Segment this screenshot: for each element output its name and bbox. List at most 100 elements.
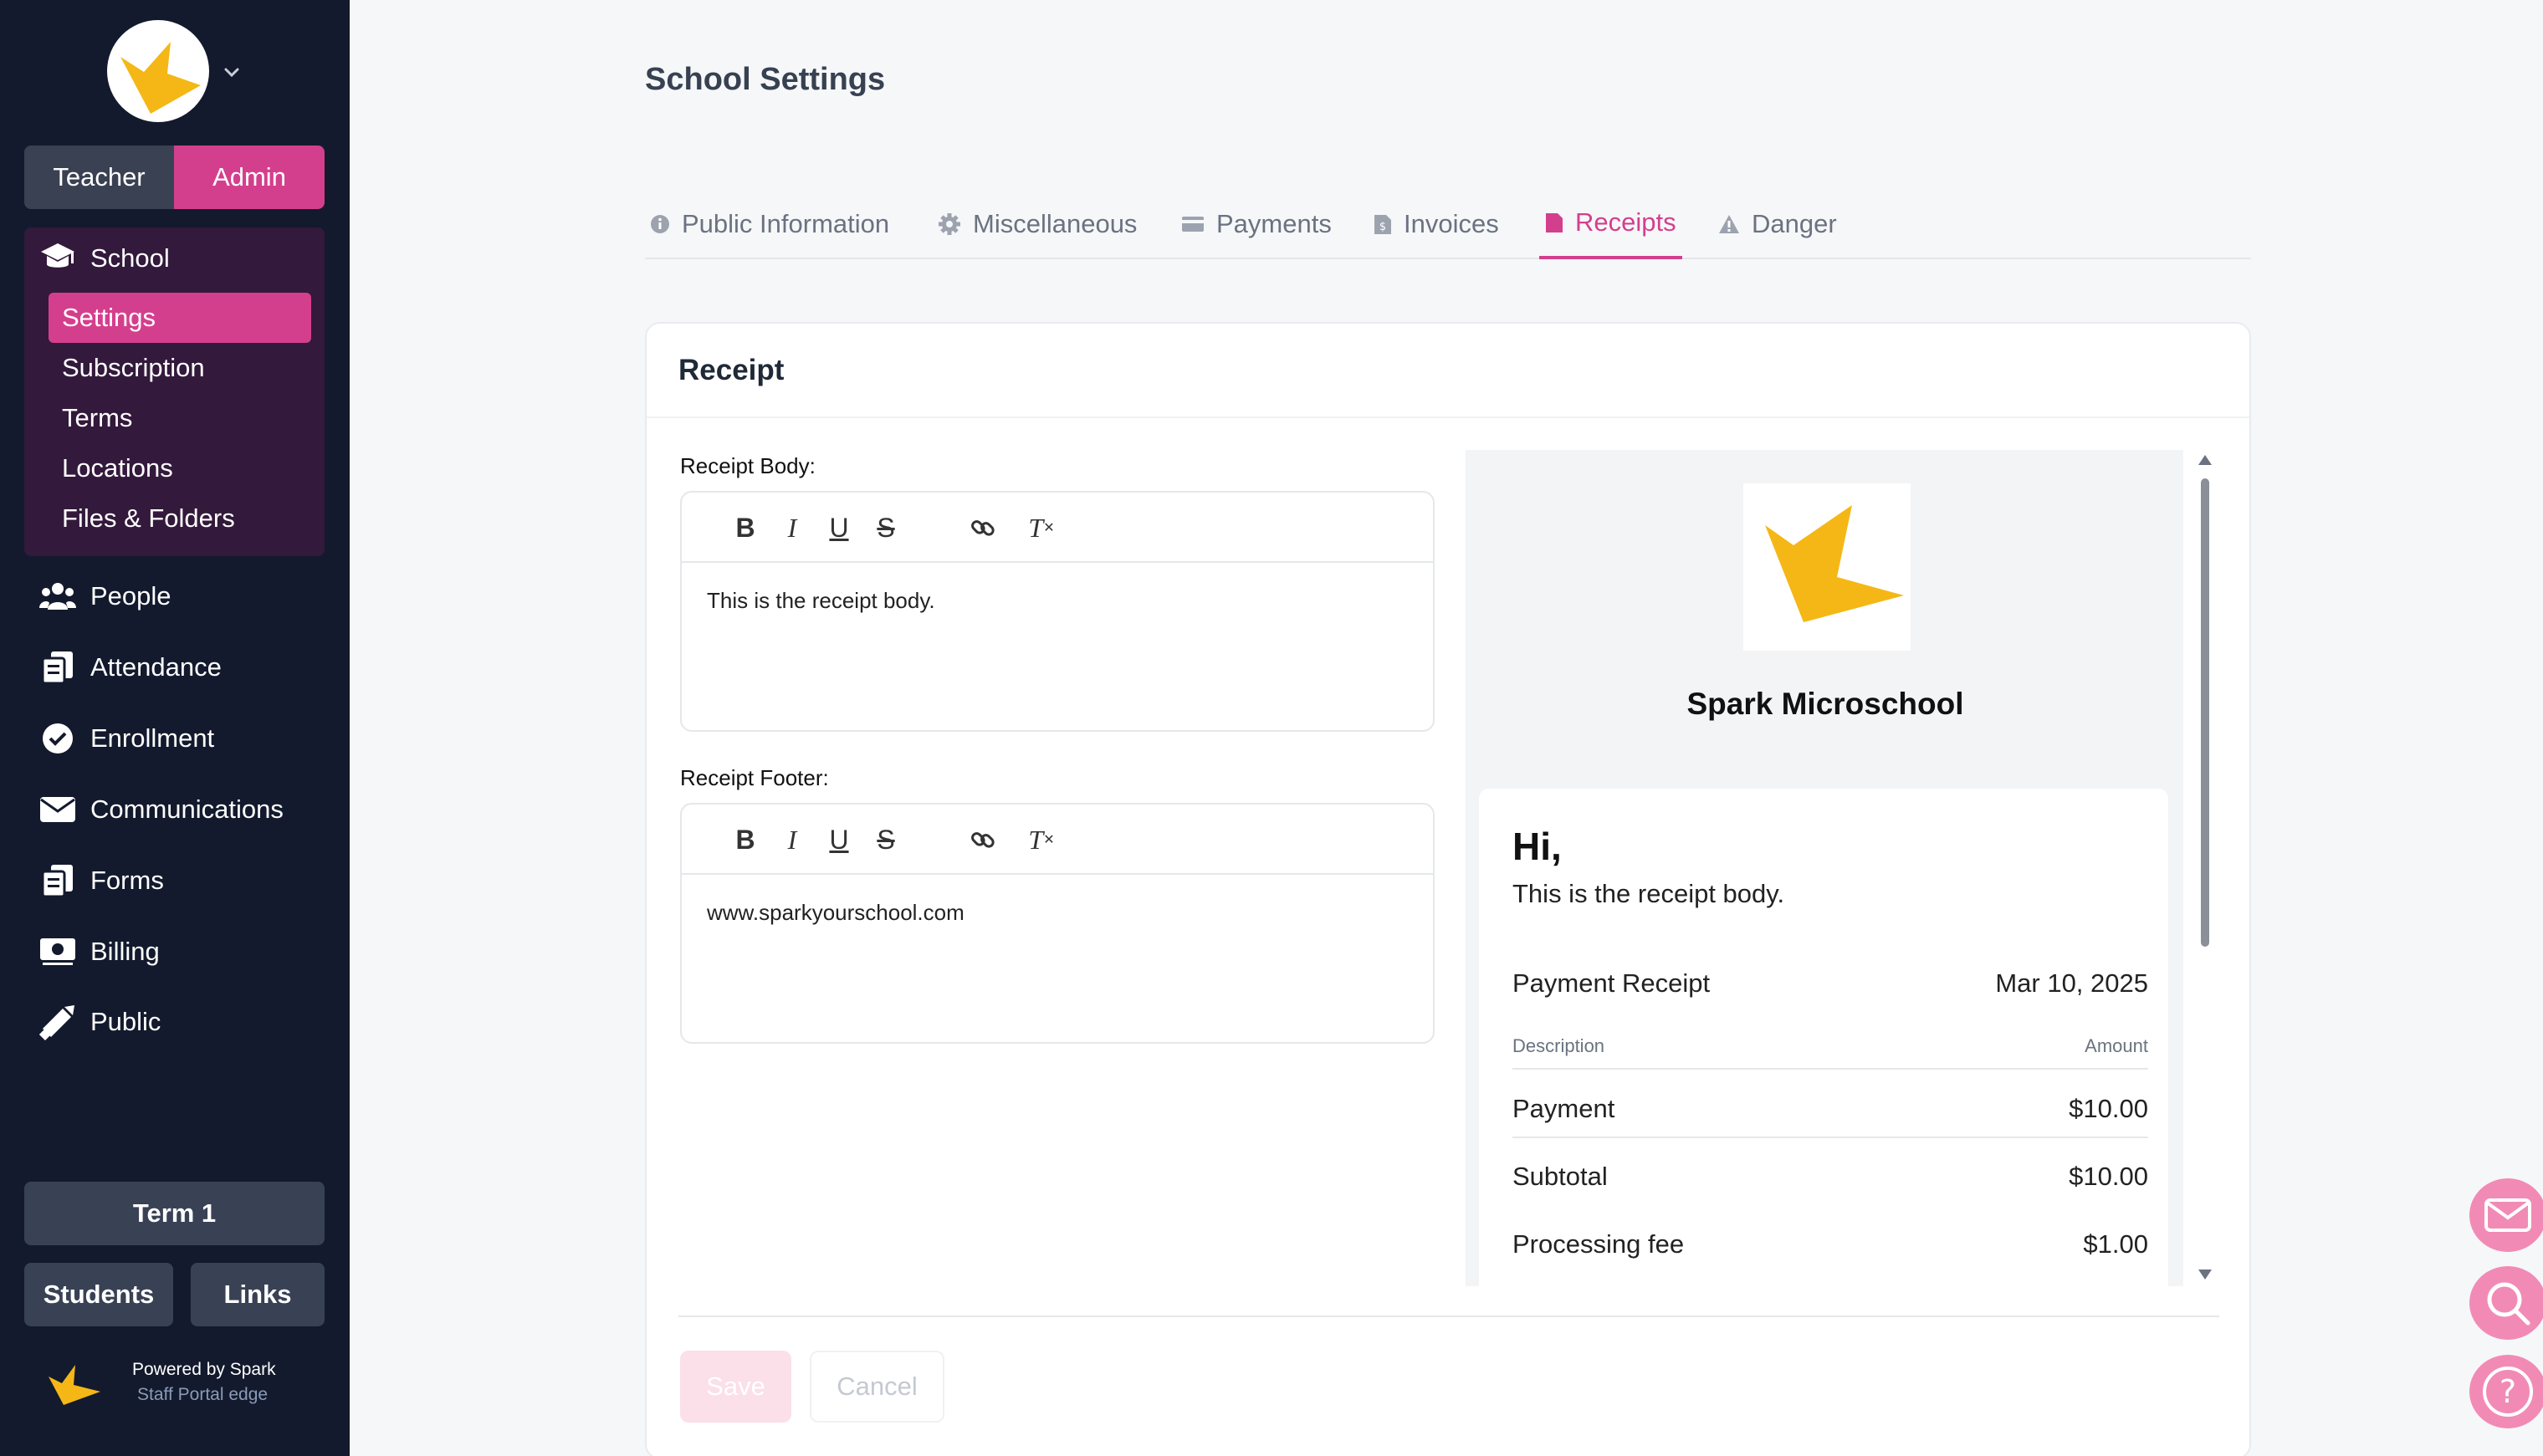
mail-icon xyxy=(2484,1198,2531,1232)
preview-logo xyxy=(1743,483,1911,651)
tab-payments-label: Payments xyxy=(1216,208,1332,238)
tab-miscellaneous[interactable]: Miscellaneous xyxy=(938,188,1137,259)
info-icon xyxy=(651,214,669,233)
preview-school-name: Spark Microschool xyxy=(1686,687,1964,721)
gear-icon xyxy=(939,212,960,235)
tab-receipts[interactable]: Receipts xyxy=(1539,188,1682,259)
preview-receipt-title: Payment Receipt xyxy=(1512,968,1711,998)
students-button[interactable]: Students xyxy=(24,1263,173,1326)
nav-attendance-label: Attendance xyxy=(90,652,222,682)
col-amount: Amount xyxy=(2085,1035,2148,1056)
nav-communications[interactable]: Communications xyxy=(38,792,284,827)
preview-line-item: Payment $10.00 xyxy=(1512,1094,2148,1124)
mail-fab-button[interactable] xyxy=(2469,1178,2543,1252)
help-fab-button[interactable]: ? xyxy=(2469,1355,2543,1428)
svg-text:?: ? xyxy=(2500,1373,2516,1410)
underline-icon[interactable]: U xyxy=(822,511,856,544)
underline-icon[interactable]: U xyxy=(822,823,856,856)
receipt-preview: Spark Microschool Hi, This is the receip… xyxy=(1466,450,2183,1286)
preview-date: Mar 10, 2025 xyxy=(1995,968,2148,998)
bold-icon[interactable]: B xyxy=(729,823,762,856)
sidebar: Teacher Admin School Settings Subscripti… xyxy=(0,0,350,1456)
preview-receipt-card: Hi, This is the receipt body. Payment Re… xyxy=(1479,789,2168,1286)
envelope-icon xyxy=(38,792,77,827)
svg-text:$: $ xyxy=(1379,221,1386,233)
tab-public-information[interactable]: Public Information xyxy=(650,188,889,259)
editor-toolbar: B I U S T ✕ xyxy=(682,493,1433,563)
receipt-footer-editor[interactable]: B I U S T ✕ www.sparkyourschool.com xyxy=(680,803,1435,1044)
preview-line-item: Subtotal $10.00 xyxy=(1512,1162,2148,1192)
clear-format-icon[interactable]: T ✕ xyxy=(1025,823,1058,856)
receipt-card: Receipt Receipt Body: B I U S T ✕ This is… xyxy=(645,322,2251,1456)
subnav-terms[interactable]: Terms xyxy=(49,393,311,443)
divider xyxy=(1512,1137,2148,1138)
help-icon: ? xyxy=(2483,1367,2533,1417)
save-button[interactable]: Save xyxy=(680,1351,791,1423)
admin-toggle[interactable]: Admin xyxy=(174,146,325,209)
nav-communications-label: Communications xyxy=(90,794,284,824)
cancel-button[interactable]: Cancel xyxy=(810,1351,944,1423)
nav-forms[interactable]: Forms xyxy=(38,863,164,898)
settings-tabs: Public Information Miscellaneous Payment… xyxy=(645,188,2251,259)
italic-icon[interactable]: I xyxy=(775,823,809,856)
tab-payments[interactable]: Payments xyxy=(1181,188,1332,259)
nav-school[interactable]: School xyxy=(38,241,170,276)
subnav-subscription[interactable]: Subscription xyxy=(49,343,311,393)
preview-greeting: Hi, xyxy=(1512,825,1562,868)
preview-scrollbar[interactable] xyxy=(2195,450,2215,1286)
line-label: Processing fee xyxy=(1512,1229,1685,1259)
receipt-body-editor[interactable]: B I U S T ✕ This is the receipt body. xyxy=(680,491,1435,732)
bold-icon[interactable]: B xyxy=(729,511,762,544)
nav-people[interactable]: People xyxy=(38,579,171,614)
receipt-body-text[interactable]: This is the receipt body. xyxy=(707,588,935,614)
link-icon[interactable] xyxy=(966,511,1000,544)
school-logo[interactable] xyxy=(107,20,209,122)
nav-public[interactable]: Public xyxy=(38,1004,161,1040)
tab-danger[interactable]: Danger xyxy=(1718,188,1837,259)
clear-format-icon[interactable]: T ✕ xyxy=(1025,511,1058,544)
preview-receipt-header: Payment Receipt Mar 10, 2025 xyxy=(1512,968,2148,999)
preview-body: This is the receipt body. xyxy=(1512,879,1785,908)
tab-public-information-label: Public Information xyxy=(682,208,890,238)
receipt-footer-text[interactable]: www.sparkyourschool.com xyxy=(707,900,964,926)
receipt-footer-label: Receipt Footer: xyxy=(680,765,829,790)
page-title: School Settings xyxy=(645,62,886,97)
chevron-down-icon[interactable] xyxy=(221,62,243,84)
nav-attendance[interactable]: Attendance xyxy=(38,650,222,685)
tab-invoices-label: Invoices xyxy=(1404,208,1499,238)
editor-toolbar: B I U S T ✕ xyxy=(682,805,1433,875)
col-description: Description xyxy=(1512,1035,1605,1056)
preview-line-item: Processing fee $1.00 xyxy=(1512,1229,2148,1259)
divider xyxy=(678,1316,2219,1317)
divider xyxy=(647,416,2249,418)
link-icon[interactable] xyxy=(966,823,1000,856)
subnav-files-folders[interactable]: Files & Folders xyxy=(49,493,311,544)
tab-invoices[interactable]: $ Invoices xyxy=(1374,188,1499,259)
people-icon xyxy=(38,579,77,614)
nav-enrollment[interactable]: Enrollment xyxy=(38,721,214,756)
nav-school-label: School xyxy=(90,243,170,273)
bullhorn-icon xyxy=(38,1004,77,1040)
italic-icon[interactable]: I xyxy=(775,511,809,544)
search-fab-button[interactable] xyxy=(2469,1266,2543,1340)
card-title: Receipt xyxy=(678,354,785,386)
graduation-cap-icon xyxy=(38,241,77,276)
subnav-settings[interactable]: Settings xyxy=(49,293,311,343)
tab-danger-label: Danger xyxy=(1752,208,1837,238)
spark-logo-icon xyxy=(49,1365,100,1405)
check-badge-icon xyxy=(38,721,77,756)
divider xyxy=(1512,1068,2148,1070)
tab-receipts-label: Receipts xyxy=(1575,207,1676,237)
subnav-locations[interactable]: Locations xyxy=(49,443,311,493)
search-icon xyxy=(2487,1282,2530,1326)
nav-enrollment-label: Enrollment xyxy=(90,723,215,753)
warning-icon xyxy=(1719,214,1739,233)
portal-edge-text: Staff Portal edge xyxy=(137,1385,269,1404)
attendance-icon xyxy=(38,650,77,685)
links-button[interactable]: Links xyxy=(191,1263,325,1326)
term-selector-button[interactable]: Term 1 xyxy=(24,1182,325,1245)
strikethrough-icon[interactable]: S xyxy=(869,511,903,544)
teacher-toggle[interactable]: Teacher xyxy=(24,146,174,209)
strikethrough-icon[interactable]: S xyxy=(869,823,903,856)
nav-billing[interactable]: Billing xyxy=(38,934,160,969)
